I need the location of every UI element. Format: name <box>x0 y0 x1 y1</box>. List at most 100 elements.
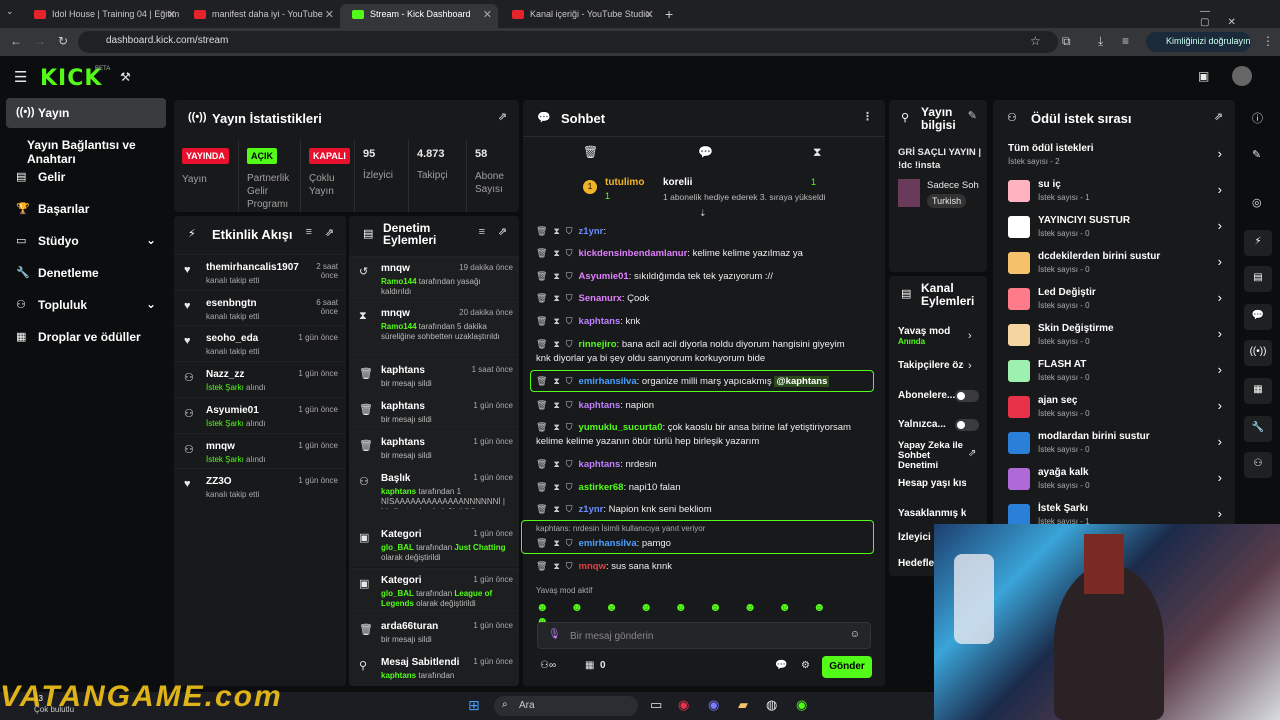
mod-action-item[interactable]: ⧗ mnqw 20 dakika önce Ramo144 tarafından 5 … <box>349 301 519 357</box>
timeout-user-icon[interactable]: ⧗ <box>553 316 559 326</box>
windows-start-icon[interactable]: ⊞ <box>468 697 480 714</box>
delete-message-icon[interactable]: 🗑 <box>536 316 547 326</box>
chat-message[interactable]: 🗑 ⧗ ⛉ z1ynr: Napion knk seni bekliom <box>536 504 712 515</box>
timeout-user-icon[interactable]: ⧗ <box>553 400 559 410</box>
slow-mode-action[interactable]: Yavaş mod Anında <box>898 326 950 346</box>
subscribers-only-action[interactable]: Abonelere... <box>898 390 955 401</box>
delete-message-icon[interactable]: 🗑 <box>536 538 547 548</box>
browser-tab-idol-house[interactable]: Idol House | Training 04 | Eğitim ✕ <box>22 4 182 28</box>
chat-username[interactable]: emirhansilva <box>579 376 637 387</box>
rail-chat-icon[interactable]: 💬 <box>1244 304 1272 330</box>
popout-icon[interactable]: ⇗ <box>1214 110 1223 123</box>
rail-document-icon[interactable]: ▤ <box>1244 266 1272 292</box>
reward-item[interactable]: FLASH AT İstek sayısı - 0 › <box>1004 356 1230 392</box>
sidebar-item-stream-key[interactable]: Yayın Bağlantısı ve Anahtarı <box>6 130 166 166</box>
chat-username[interactable]: kaphtans <box>579 459 621 470</box>
sidebar-item-topluluk[interactable]: ⚇ Topluluk ⌄ <box>6 290 166 320</box>
delete-message-icon[interactable]: 🗑 <box>536 293 547 303</box>
browser-tab-kick-dashboard[interactable]: Stream - Kick Dashboard ✕ <box>340 4 498 28</box>
close-tab-icon[interactable]: ✕ <box>483 8 492 21</box>
timeout-user-icon[interactable]: ⧗ <box>553 561 559 571</box>
popout-icon[interactable]: ⇗ <box>498 226 507 238</box>
trash-tab-icon[interactable]: 🗑 <box>583 145 598 159</box>
chat-username[interactable]: mnqw <box>579 561 606 572</box>
reward-item[interactable]: modlardan birini sustur İstek sayısı - 0 › <box>1004 428 1230 464</box>
sidebar-item-studyo[interactable]: ▭ Stüdyo ⌄ <box>6 226 166 256</box>
timeout-user-icon[interactable]: ⧗ <box>553 482 559 492</box>
chat-message[interactable]: 🗑 ⧗ ⛉ Asyumie01: sıkıldığımda tek tek yazıy… <box>536 271 773 282</box>
rail-layout-icon[interactable]: ▦ <box>1244 378 1272 404</box>
rail-wrench-icon[interactable]: 🔧 <box>1244 416 1272 442</box>
activity-item[interactable]: ⚇ mnqw İstek Şarkı alındı 1 gün önce <box>174 432 346 469</box>
community-points-icon[interactable]: ⚇∞ <box>540 660 556 671</box>
chat-message[interactable]: 🗑 ⧗ ⛉ astirker68: napi10 falan <box>536 482 680 493</box>
chat-settings-bubble-icon[interactable]: 💬 <box>775 660 787 671</box>
reward-item[interactable]: su iç İstek sayısı - 1 › <box>1004 176 1230 212</box>
chat-message[interactable]: 🗑 ⧗ ⛉ mnqw: sus sana knnk <box>536 561 672 572</box>
timeout-user-icon[interactable]: ⧗ <box>553 538 559 548</box>
extensions-icon[interactable]: ⧉ <box>1062 34 1071 49</box>
download-icon[interactable]: ⤓ <box>1098 34 1103 49</box>
media-icon[interactable]: ≡ <box>1122 34 1129 48</box>
ban-user-icon[interactable]: ⛉ <box>566 248 573 258</box>
forward-icon[interactable]: → <box>34 34 46 48</box>
info-icon[interactable]: ⓘ <box>1252 110 1263 126</box>
hamburger-menu-icon[interactable]: ☰ <box>14 68 27 86</box>
chat-username[interactable]: Asyumie01 <box>579 271 629 282</box>
gift-icon[interactable]: ▦ <box>585 660 594 671</box>
new-tab-button[interactable]: + <box>665 6 673 22</box>
delete-message-icon[interactable]: 🗑 <box>536 339 547 349</box>
sidebar-item-basarilar[interactable]: 🏆 Başarılar <box>6 194 166 224</box>
mod-action-item[interactable]: 🗑 kaphtans 1 gün önce bir mesajı sildi <box>349 394 519 429</box>
chat-message[interactable]: 🗑 ⧗ ⛉ kaphtans: nrdesin <box>536 459 657 470</box>
edit-icon[interactable]: ✎ <box>968 110 977 123</box>
chat-username[interactable]: z1ynr <box>579 504 604 515</box>
chat-message[interactable]: 🗑 ⧗ ⛉ kaphtans: knk <box>536 316 640 327</box>
ban-user-icon[interactable]: ⛉ <box>566 422 573 432</box>
rail-lightning-icon[interactable]: ⚡ <box>1244 230 1272 256</box>
gear-icon[interactable]: ⚙ <box>801 660 810 671</box>
chat-username[interactable]: kaphtans <box>579 400 621 411</box>
send-button[interactable]: Gönder <box>822 656 872 678</box>
ban-user-icon[interactable]: ⛉ <box>566 271 573 281</box>
popout-icon[interactable]: ⇗ <box>498 110 507 123</box>
taskbar-search[interactable]: ⌕ Ara <box>494 696 638 716</box>
chat-mention[interactable]: @kaphtans <box>774 376 830 387</box>
discord-icon[interactable]: ◉ <box>708 697 719 713</box>
sidebar-item-gelir[interactable]: ▤ Gelir <box>6 162 166 192</box>
window-controls[interactable]: —▢✕ <box>1200 6 1280 28</box>
folder-icon[interactable]: ▰ <box>738 697 748 713</box>
delete-message-icon[interactable]: 🗑 <box>536 482 547 492</box>
mic-icon[interactable]: 🎙 <box>548 629 561 640</box>
mod-action-item[interactable]: ▣ Kategori 1 gün önce glo_BAL tarafından Le… <box>349 568 519 613</box>
activity-item[interactable]: ⚇ Asyumie01 İstek Şarkı alındı 1 gün önce <box>174 396 346 433</box>
account-age-action[interactable]: Hesap yaşı kıs <box>898 478 966 489</box>
ban-user-icon[interactable]: ⛉ <box>566 376 573 386</box>
timeout-user-icon[interactable]: ⧗ <box>553 422 559 432</box>
chat-tab-icon[interactable]: 💬 <box>698 145 713 159</box>
chat-message[interactable]: 🗑 ⧗ ⛉ rinnejiro: bana acil acil diyorla nol… <box>536 339 845 364</box>
kick-logo[interactable]: KICK <box>40 66 102 91</box>
timeout-user-icon[interactable]: ⧗ <box>553 248 559 258</box>
delete-message-icon[interactable]: 🗑 <box>536 422 547 432</box>
external-link-icon[interactable]: ⇗ <box>968 448 976 459</box>
delete-message-icon[interactable]: 🗑 <box>536 226 547 236</box>
delete-message-icon[interactable]: 🗑 <box>536 271 547 281</box>
activity-item[interactable]: ♥ ZZ3O kanalı takip etti 1 gün önce <box>174 468 346 504</box>
url-field[interactable]: dashboard.kick.com/stream <box>78 31 1058 53</box>
ban-user-icon[interactable]: ⛉ <box>566 538 573 548</box>
chat-username[interactable]: yumuklu_sucurta0 <box>579 422 663 433</box>
tools-icon[interactable]: ⚒ <box>120 70 131 84</box>
ban-user-icon[interactable]: ⛉ <box>566 400 573 410</box>
mod-action-item[interactable]: ▣ Kategori 1 gün önce glo_BAL tarafından Ju… <box>349 522 519 567</box>
more-options-icon[interactable]: ⋮ <box>862 110 873 123</box>
browser-menu-icon[interactable]: ⋮ <box>1262 34 1274 48</box>
chrome-icon[interactable]: ◉ <box>678 697 689 713</box>
sidebar-item-droplar[interactable]: ▦ Droplar ve ödüller <box>6 322 166 352</box>
delete-message-icon[interactable]: 🗑 <box>536 400 547 410</box>
close-tab-icon[interactable]: ✕ <box>645 8 654 21</box>
mod-action-item[interactable]: 🗑 arda66turan 1 gün önce bir mesajı sildi <box>349 614 519 649</box>
close-tab-icon[interactable]: ✕ <box>167 8 176 21</box>
bookmark-star-icon[interactable]: ☆ <box>1030 34 1041 48</box>
goals-action[interactable]: Hedefle <box>898 558 938 569</box>
